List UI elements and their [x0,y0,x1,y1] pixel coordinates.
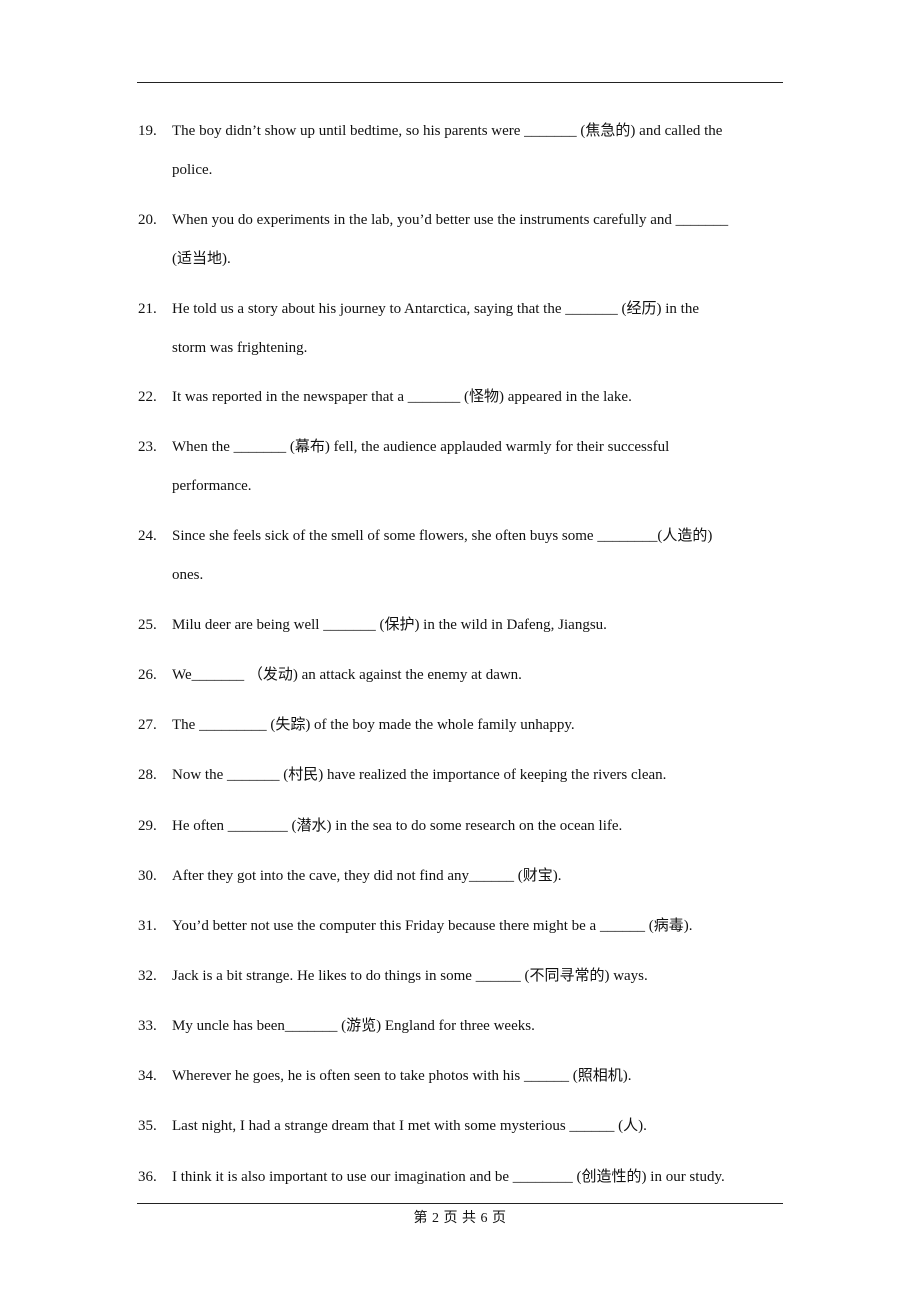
question-number: 31. [138,918,157,934]
header-rule [137,82,783,83]
question-text: He told us a story about his journey to … [172,301,699,317]
question-text: Now the _______ (村民) have realized the i… [172,767,667,783]
question-number: 22. [138,389,157,405]
question-text: Since she feels sick of the smell of som… [172,528,713,544]
question-number: 26. [138,667,157,683]
question-text: When the _______ (幕布) fell, the audience… [172,439,670,455]
question-number: 21. [138,301,157,317]
question-number: 33. [138,1018,157,1034]
question-text-continued: storm was frightening. [172,340,308,356]
question-number: 30. [138,868,157,884]
question-text: Last night, I had a strange dream that I… [172,1118,647,1134]
question-number: 19. [138,123,157,139]
question-number: 23. [138,439,157,455]
question-number: 20. [138,212,157,228]
question-number: 27. [138,717,157,733]
question-text: I think it is also important to use our … [172,1169,725,1185]
question-text: The boy didn’t show up until bedtime, so… [172,123,723,139]
question-text: Wherever he goes, he is often seen to ta… [172,1068,632,1084]
question-text-continued: performance. [172,478,252,494]
question-number: 34. [138,1068,157,1084]
question-number: 29. [138,818,157,834]
footer-rule [137,1203,783,1204]
question-text-continued: (适当地). [172,251,231,267]
question-text-continued: ones. [172,567,204,583]
question-text: My uncle has been_______ (游览) England fo… [172,1018,535,1034]
question-text: After they got into the cave, they did n… [172,868,562,884]
question-number: 32. [138,968,157,984]
question-text: Jack is a bit strange. He likes to do th… [172,968,648,984]
page-number-footer: 第 2 页 共 6 页 [413,1211,507,1226]
question-number: 35. [138,1118,157,1134]
question-text-continued: police. [172,162,213,178]
question-number: 36. [138,1169,157,1185]
question-text: Milu deer are being well _______ (保护) in… [172,617,607,633]
question-number: 28. [138,767,157,783]
question-number: 25. [138,617,157,633]
question-text: We_______ （发动) an attack against the ene… [172,667,522,683]
question-text: It was reported in the newspaper that a … [172,389,632,405]
question-text: He often ________ (潜水) in the sea to do … [172,818,623,834]
question-number: 24. [138,528,157,544]
question-text: When you do experiments in the lab, you’… [172,212,729,228]
question-text: You’d better not use the computer this F… [172,918,693,934]
question-text: The _________ (失踪) of the boy made the w… [172,717,575,733]
